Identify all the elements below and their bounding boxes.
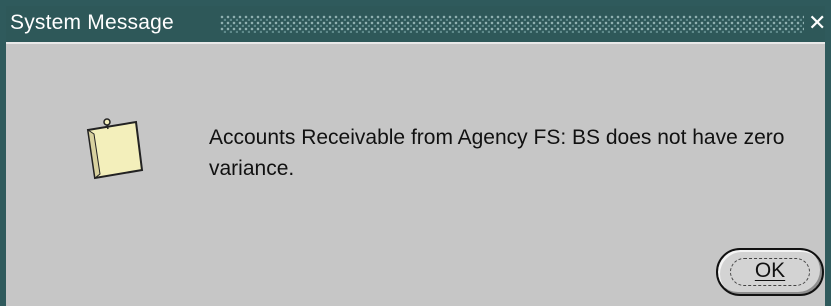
dialog-message: Accounts Receivable from Agency FS: BS d… <box>209 126 785 180</box>
window-title: System Message <box>10 11 174 34</box>
note-icon <box>86 118 144 180</box>
system-message-window: System Message ✕ Accounts Receivable fro… <box>0 0 831 306</box>
ok-button-label: OK <box>754 259 786 282</box>
close-icon[interactable]: ✕ <box>808 11 825 35</box>
titlebar-pattern <box>220 15 804 33</box>
dialog-content: Accounts Receivable from Agency FS: BS d… <box>6 42 825 306</box>
ok-button[interactable]: OK <box>716 248 824 296</box>
window-titlebar[interactable]: System Message ✕ <box>6 6 825 42</box>
